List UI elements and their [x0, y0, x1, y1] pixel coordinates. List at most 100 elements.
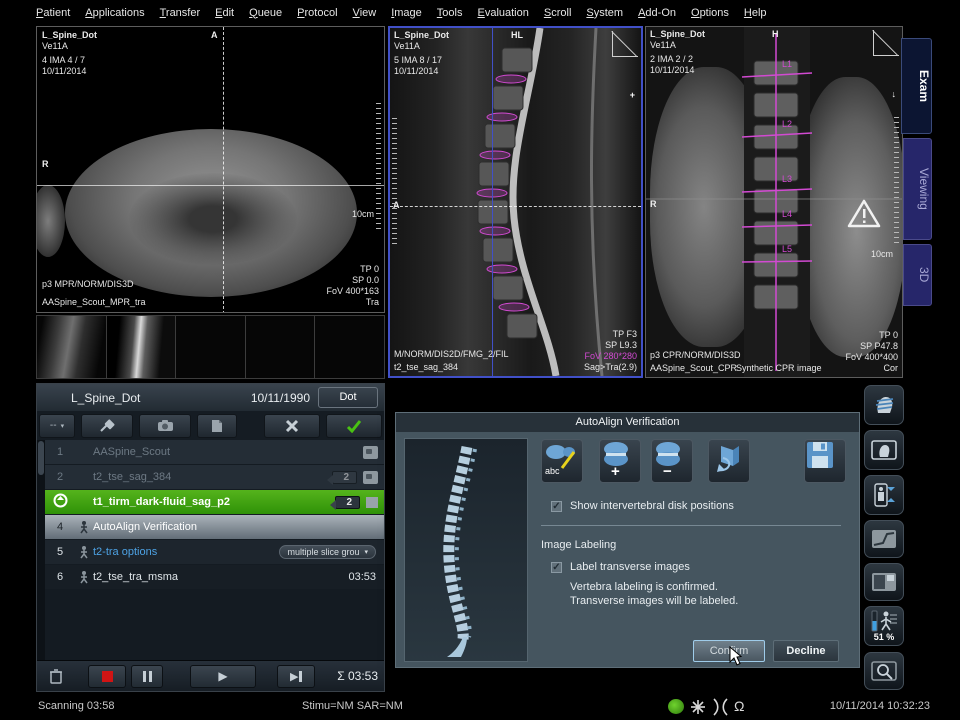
layout-panel-button[interactable] [864, 563, 904, 601]
cor-date-label: 10/11/2014 [650, 65, 705, 76]
delete-queue-button[interactable] [43, 668, 69, 684]
scroll-down-icon-cor[interactable]: ↓ [892, 89, 897, 99]
thumbnail-2[interactable] [107, 316, 177, 378]
copies-badge: 2 [332, 471, 357, 484]
thumbnail-3[interactable] [176, 316, 246, 378]
decline-button[interactable]: Decline [773, 640, 839, 662]
viewport-axial[interactable]: L_Spine_Dot Ve11A 4 IMA 4 / 7 10/11/2014… [36, 26, 385, 313]
step-name: t1_tirm_dark-fluid_sag_p2 [93, 496, 335, 508]
orientation-a-label: A [211, 30, 218, 40]
thumbnail-1[interactable] [37, 316, 107, 378]
step-number: 5 [45, 546, 75, 558]
protocol-toolbar: --▾ [37, 411, 384, 440]
contrast-injection-button[interactable] [81, 414, 133, 438]
menu-image[interactable]: Image [391, 7, 422, 19]
tab-exam[interactable]: Exam [901, 38, 932, 134]
thumbnail-4[interactable] [246, 316, 316, 378]
progress-percent: 51 % [874, 632, 895, 642]
image-search-button[interactable] [864, 652, 904, 690]
crosshair-horizontal[interactable] [37, 185, 385, 186]
add-vertebra-button[interactable]: + [599, 439, 641, 483]
spine-model-panel[interactable] [404, 438, 528, 662]
crosshair-vertical[interactable] [223, 27, 224, 313]
label-transverse-checkbox[interactable]: ✓ [551, 562, 562, 573]
viewport-sagittal-selected[interactable]: L_Spine_Dot Ve11A 5 IMA 8 / 17 10/11/201… [388, 26, 643, 378]
protocol-row-1[interactable]: 1 AASpine_Scout [45, 440, 384, 464]
menu-queue[interactable]: Queue [249, 7, 282, 19]
scroll-down-icon[interactable]: + [630, 90, 635, 100]
document-icon [211, 419, 223, 433]
label-edit-icon: abc [542, 440, 578, 478]
protocol-row-2[interactable]: 2 t2_tse_sag_384 2 [45, 465, 384, 489]
confirm-step-button[interactable] [326, 414, 382, 438]
remove-vertebra-button[interactable]: − [651, 439, 693, 483]
list-scrollbar[interactable] [37, 440, 45, 660]
slice-group-dropdown[interactable]: multiple slice grou▾ [279, 545, 376, 559]
labeling-message-1: Vertebra labeling is confirmed. [570, 581, 718, 593]
menu-bar: Patient Applications Transfer Edit Queue… [36, 3, 756, 22]
pause-button[interactable] [131, 665, 163, 688]
step-name: t2-tra options [93, 546, 279, 558]
chevron-down-icon: ▾ [364, 548, 368, 556]
vertebra-label-l4: L4 [782, 209, 792, 220]
menu-system[interactable]: System [586, 7, 623, 19]
menu-view[interactable]: View [353, 7, 377, 19]
menu-scroll[interactable]: Scroll [544, 7, 572, 19]
protocol-row-4-selected[interactable]: 4 AutoAlign Verification [45, 515, 384, 539]
menu-patient[interactable]: Patient [36, 7, 70, 19]
walking-person-icon [79, 571, 89, 584]
protocol-row-3-scanning[interactable]: t1_tirm_dark-fluid_sag_p2 2 [45, 490, 384, 514]
inline-display-combo[interactable]: --▾ [39, 414, 75, 438]
stop-icon [102, 671, 113, 682]
stimulation-sar-status: Stimu=NM SAR=NM [302, 700, 403, 712]
study-name: L_Spine_Dot [71, 391, 140, 405]
labeling-message-2: Transverse images will be labeled. [570, 595, 738, 607]
chevron-down-icon: ▾ [61, 422, 65, 430]
axial-sp-label: SP 0.0 [326, 275, 379, 286]
vertebra-label-l1: L1 [782, 59, 792, 70]
reset-orientation-button[interactable] [708, 439, 750, 483]
start-button[interactable]: ▶ [190, 665, 256, 688]
exam-progress-button[interactable]: 51 % [864, 606, 904, 646]
skip-button[interactable]: ▶ [277, 665, 315, 688]
menu-transfer[interactable]: Transfer [160, 7, 201, 19]
layout-icon [871, 572, 897, 592]
protocol-row-6[interactable]: 6 t2_tse_tra_msma 03:53 [45, 565, 384, 589]
walking-person-icon [79, 546, 89, 559]
step-name: t2_tse_sag_384 [93, 471, 332, 483]
show-disks-checkbox[interactable]: ✓ [551, 501, 562, 512]
step-duration: 03:53 [348, 571, 376, 583]
image-review-button[interactable] [864, 430, 904, 470]
menu-applications[interactable]: Applications [85, 7, 144, 19]
tab-viewing[interactable]: Viewing [903, 138, 932, 240]
viewport-coronal[interactable]: L1 L2 L3 L4 L5 L_Spine_Dot Ve11A 2 IMA 2… [645, 26, 903, 378]
dot-engine-button[interactable]: Dot [318, 387, 378, 408]
save-button[interactable] [804, 439, 846, 483]
table-position-button[interactable] [864, 475, 904, 515]
menu-help[interactable]: Help [744, 7, 767, 19]
patient-registration-button[interactable] [864, 385, 904, 425]
edit-labels-button[interactable]: abc [541, 439, 583, 483]
step-number: 6 [45, 571, 75, 583]
scanning-spinner-icon [45, 493, 75, 511]
image-clip-icon[interactable] [612, 31, 638, 57]
menu-addon[interactable]: Add-On [638, 7, 676, 19]
slice-reference-line-dashed [390, 206, 641, 207]
program-card-button[interactable] [197, 414, 237, 438]
stop-button[interactable] [88, 665, 126, 688]
protocol-row-5[interactable]: 5 t2-tra options multiple slice grou▾ [45, 540, 384, 564]
menu-tools[interactable]: Tools [437, 7, 463, 19]
cancel-step-button[interactable] [264, 414, 320, 438]
tab-3d[interactable]: 3D [903, 244, 932, 306]
windowing-button[interactable] [864, 520, 904, 558]
menu-edit[interactable]: Edit [215, 7, 234, 19]
pause-flag-icon[interactable] [366, 497, 378, 508]
menu-options[interactable]: Options [691, 7, 729, 19]
cor-software-label: Ve11A [650, 40, 705, 51]
total-scan-time: Σ 03:53 [337, 669, 378, 683]
copy-reference-button[interactable] [139, 414, 191, 438]
menu-protocol[interactable]: Protocol [297, 7, 337, 19]
menu-evaluation[interactable]: Evaluation [477, 7, 528, 19]
thumbnail-5[interactable] [315, 316, 384, 378]
image-clip-icon-cor[interactable] [873, 30, 899, 56]
